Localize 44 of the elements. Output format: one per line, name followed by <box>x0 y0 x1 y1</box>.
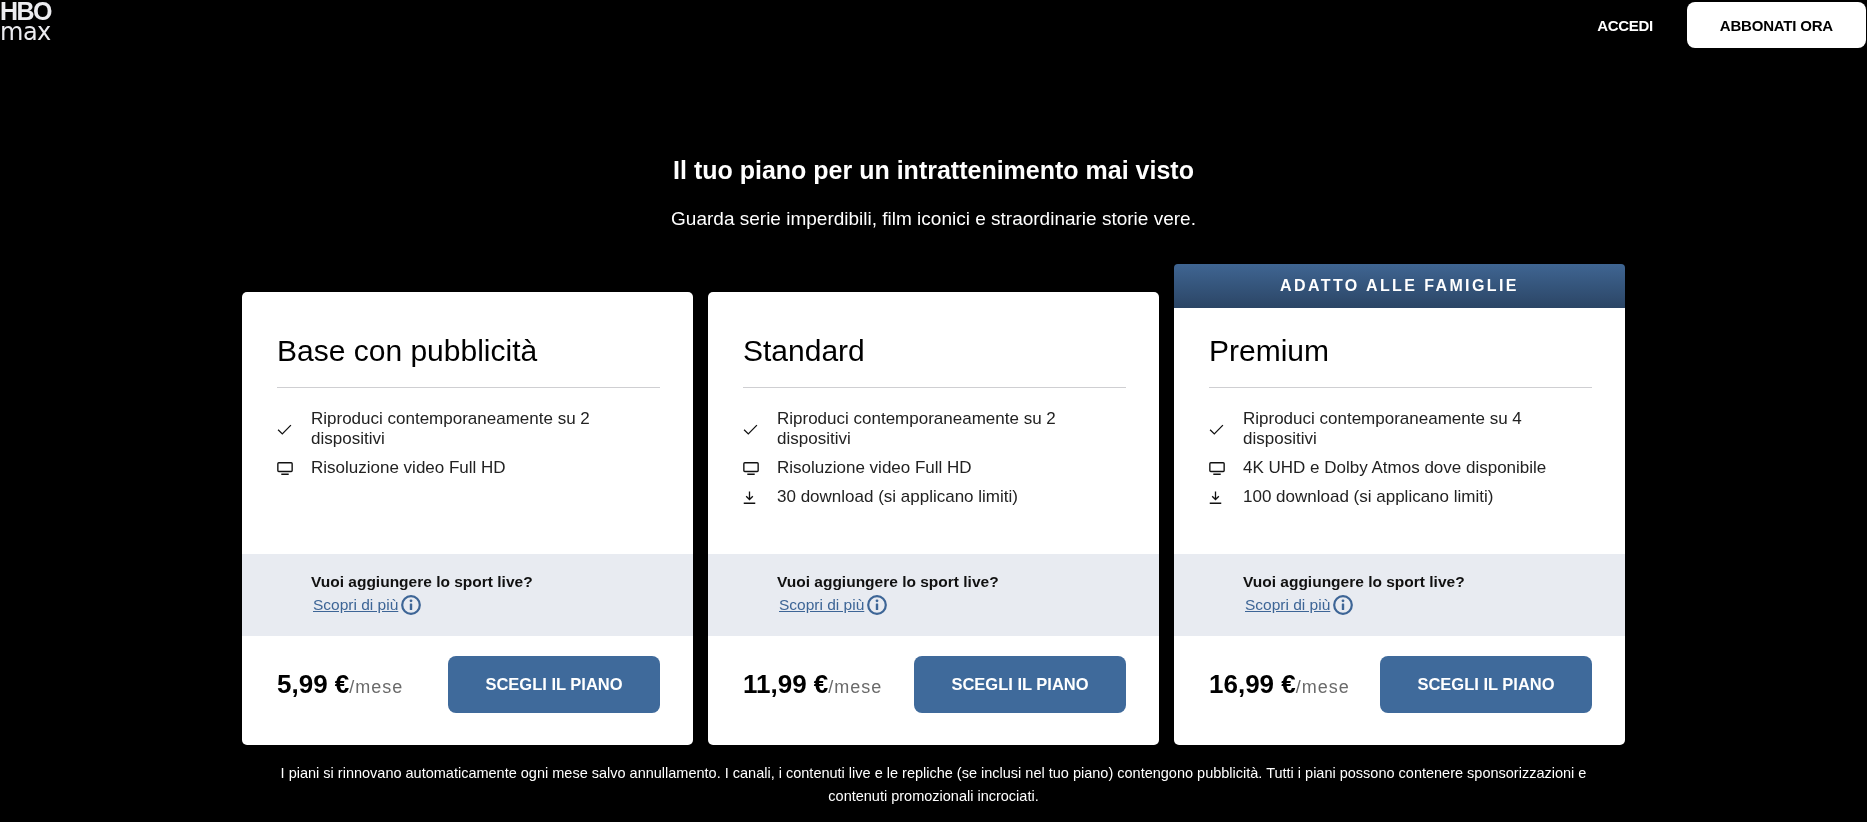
plan-name: Base con pubblicità <box>277 333 539 369</box>
feature-text: 30 download (si applicano limiti) <box>777 487 1018 507</box>
monitor-icon <box>743 461 759 475</box>
feature-text: 4K UHD e Dolby Atmos dove disponibile <box>1243 458 1547 478</box>
info-icon <box>1333 595 1354 615</box>
logo[interactable]: HBO max <box>0 0 52 42</box>
sport-question: Vuoi aggiungere lo sport live? <box>777 572 999 592</box>
check-icon <box>1209 423 1224 435</box>
price-amount: 11,99 € <box>743 669 829 700</box>
sport-question: Vuoi aggiungere lo sport live? <box>1243 572 1465 592</box>
info-icon <box>401 595 422 615</box>
download-icon <box>1209 490 1222 504</box>
feature-text: Riproduci contemporaneamente su 4 dispositivi <box>1243 409 1523 449</box>
feature-text: Risoluzione video Full HD <box>777 458 972 478</box>
info-icon <box>867 595 888 615</box>
price-amount: 16,99 € <box>1209 669 1296 700</box>
check-icon <box>277 423 292 435</box>
check-icon <box>743 423 758 435</box>
disclaimer-text: I piani si rinnovano automaticamente ogni mese salvo annullamento. I canali, i contenuti live e le repliche (se inclusi nel tuo piano) contengono pubblicità. Tutti i piani possono contenere sponsorizzazioni e contenuti promozionali incrociati. <box>279 764 1588 806</box>
plan-banner: ADATTO ALLE FAMIGLIE <box>1174 264 1625 308</box>
feature-text: 100 download (si applicano limiti) <box>1243 487 1494 507</box>
page-heading: Il tuo piano per un intrattenimento mai visto <box>673 155 1194 186</box>
feature-text: Riproduci contemporaneamente su 2 dispositivi <box>311 409 591 449</box>
plan-name: Standard <box>743 333 866 369</box>
download-icon <box>743 490 756 504</box>
feature-text: Riproduci contemporaneamente su 2 dispositivi <box>777 409 1057 449</box>
sport-question: Vuoi aggiungere lo sport live? <box>311 572 533 592</box>
monitor-icon <box>1209 461 1225 475</box>
plan-name: Premium <box>1209 333 1330 369</box>
choose-plan-button[interactable]: SCEGLI IL PIANO <box>1380 656 1592 713</box>
subscribe-button[interactable]: ABBONATI ORA <box>1686 2 1866 48</box>
price-period: /mese <box>349 677 404 698</box>
sign-in-link[interactable]: ACCEDI <box>1597 16 1653 34</box>
choose-plan-button[interactable]: SCEGLI IL PIANO <box>448 656 660 713</box>
price-period: /mese <box>828 677 883 698</box>
learn-more-link[interactable]: Scopri di più <box>777 595 888 615</box>
choose-plan-button[interactable]: SCEGLI IL PIANO <box>914 656 1126 713</box>
feature-text: Risoluzione video Full HD <box>311 458 506 478</box>
monitor-icon <box>277 461 293 475</box>
price-amount: 5,99 € <box>277 669 350 700</box>
learn-more-link[interactable]: Scopri di più <box>1243 595 1354 615</box>
learn-more-link[interactable]: Scopri di più <box>311 595 422 615</box>
page-subheading: Guarda serie imperdibili, film iconici e straordinarie storie vere. <box>671 207 1196 231</box>
price-period: /mese <box>1295 677 1350 698</box>
